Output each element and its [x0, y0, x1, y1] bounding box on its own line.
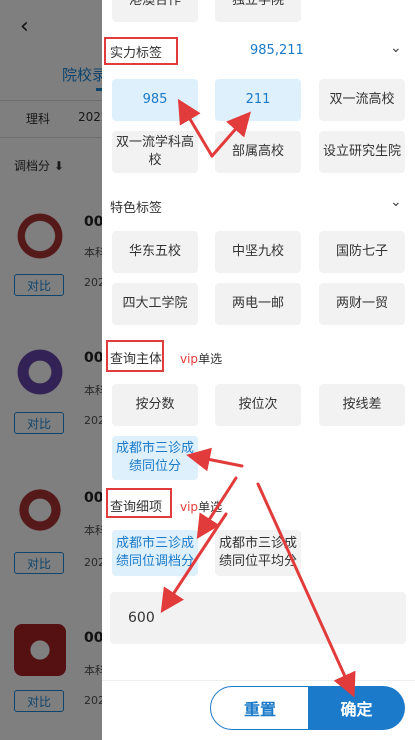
tag-sida[interactable]: 四大工学院: [112, 283, 198, 325]
tag-gangao[interactable]: 港澳合作: [112, 0, 198, 22]
tag-liangcai[interactable]: 两财一贸: [319, 283, 405, 325]
option-by-rank[interactable]: 按位次: [215, 384, 301, 426]
confirm-button[interactable]: 确定: [308, 686, 405, 730]
feature-section-title: 特色标签: [110, 201, 163, 216]
tag-zhongjian[interactable]: 中坚九校: [215, 231, 301, 273]
option-by-score[interactable]: 按分数: [112, 384, 198, 426]
option-chengdu-third-mock[interactable]: 成都市三诊成绩同位分: [112, 436, 198, 480]
footer-divider: [102, 680, 415, 681]
tag-liangdian[interactable]: 两电一邮: [215, 283, 301, 325]
tag-huadong[interactable]: 华东五校: [112, 231, 198, 273]
chevron-down-icon[interactable]: ⌄: [390, 194, 402, 210]
query-subject-title: 查询主体: [110, 352, 163, 367]
option-same-rank-admission[interactable]: 成都市三诊成绩同位调档分: [112, 530, 198, 576]
tag-shuangyiliu-gaoxiao[interactable]: 双一流高校: [319, 79, 405, 121]
tag-shuangyiliu-xueke[interactable]: 双一流学科高校: [112, 131, 198, 173]
tag-duli[interactable]: 独立学院: [215, 0, 301, 22]
query-detail-vip: vip单选: [180, 500, 223, 514]
tag-985[interactable]: 985: [112, 79, 198, 121]
option-same-rank-average[interactable]: 成都市三诊成绩同位平均分: [215, 530, 301, 576]
strength-section-title: 实力标签: [110, 46, 163, 61]
reset-button[interactable]: 重置: [210, 686, 310, 730]
option-by-line-diff[interactable]: 按线差: [319, 384, 405, 426]
tag-guofang[interactable]: 国防七子: [319, 231, 405, 273]
tag-yanjiushengyuan[interactable]: 设立研究生院: [319, 131, 405, 173]
chevron-down-icon[interactable]: ⌄: [390, 40, 402, 56]
dim-overlay[interactable]: [0, 0, 102, 740]
tag-bushu[interactable]: 部属高校: [215, 131, 301, 173]
query-detail-title: 查询细项: [110, 500, 163, 515]
query-subject-vip: vip单选: [180, 352, 223, 366]
strength-selected-summary: 985,211: [250, 43, 304, 58]
score-input[interactable]: 600: [110, 592, 406, 644]
tag-211[interactable]: 211: [215, 79, 301, 121]
